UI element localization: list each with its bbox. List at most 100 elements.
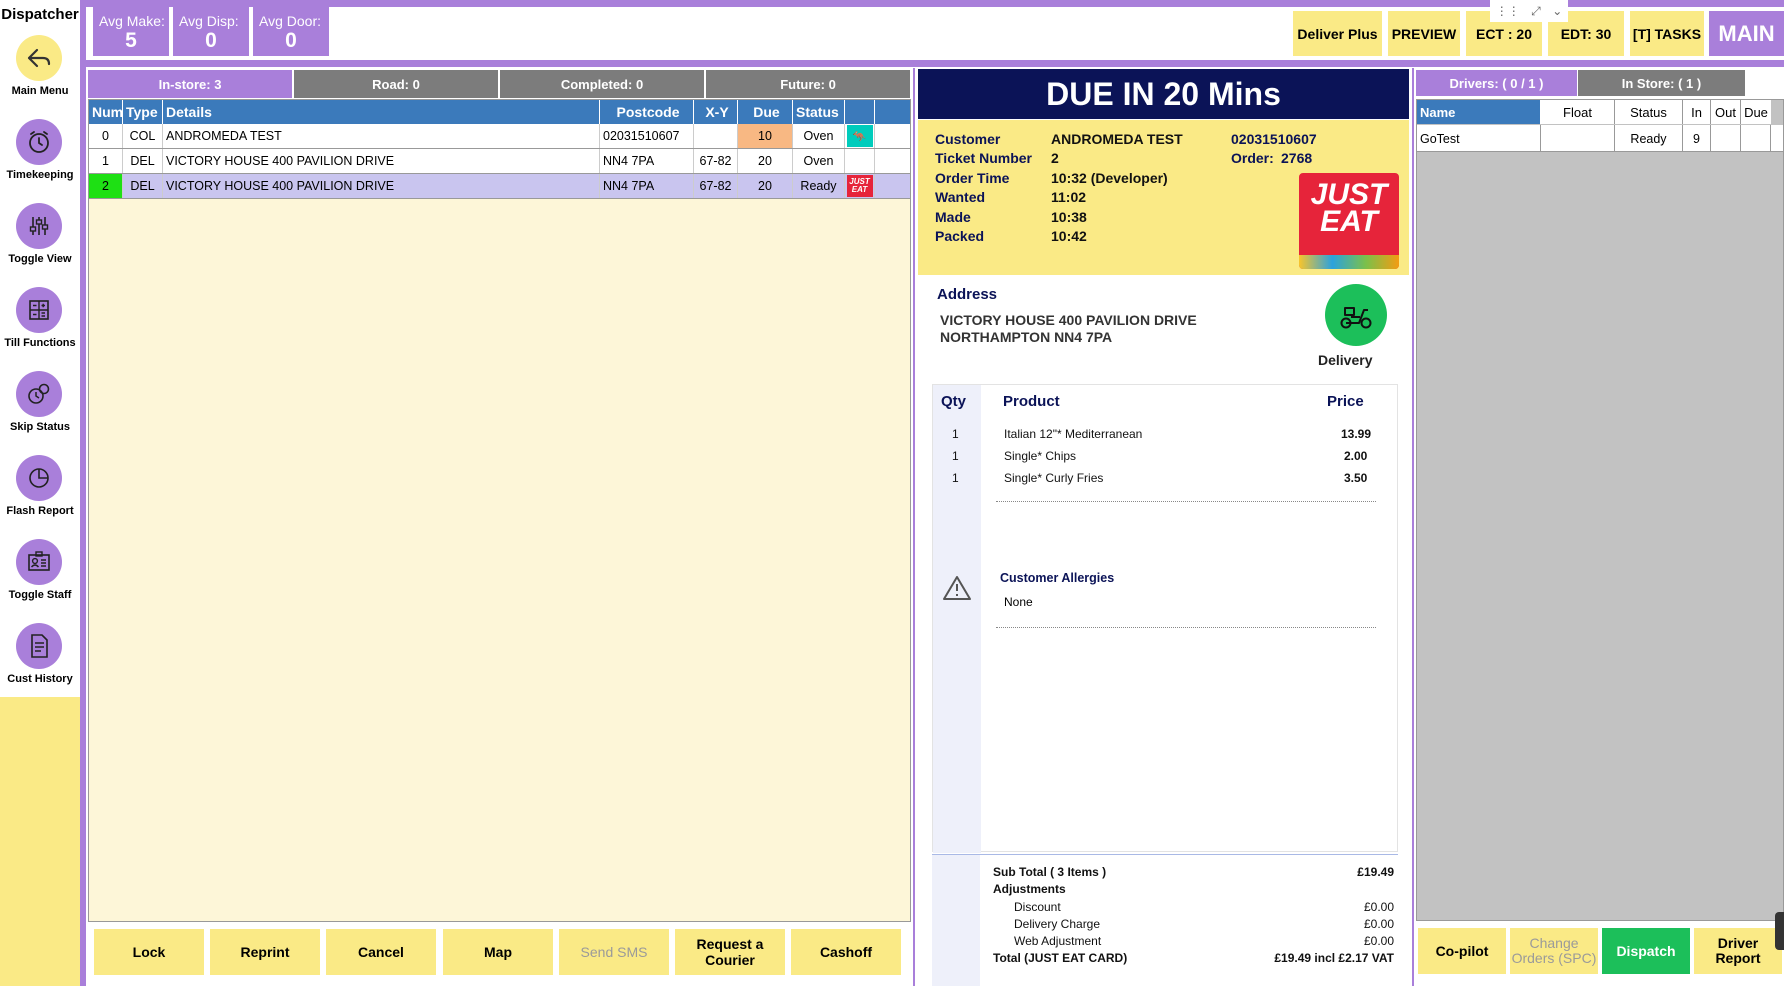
item-price: 13.99 bbox=[1341, 427, 1372, 441]
order-tabs: In-store: 3 Road: 0 Completed: 0 Future:… bbox=[88, 70, 911, 98]
avg-door-stat: Avg Door: 0 bbox=[253, 7, 329, 56]
order-items: Qty Product Price 1 Italian 12"* Mediter… bbox=[932, 384, 1398, 853]
window-controls: ⋮⋮ ⤢ ⌄ bbox=[1490, 0, 1568, 22]
deliveroo-logo-icon: 🦘 bbox=[846, 125, 873, 147]
avg-make-stat: Avg Make: 5 bbox=[93, 7, 169, 56]
wanted-time: 11:02 bbox=[1051, 189, 1087, 205]
sidebar-item-cust-history[interactable]: Cust History bbox=[0, 623, 80, 707]
avg-disp-stat: Avg Disp: 0 bbox=[173, 7, 249, 56]
driver-report-button[interactable]: Driver Report bbox=[1694, 928, 1782, 974]
request-courier-button[interactable]: Request a Courier bbox=[675, 929, 785, 975]
chevron-down-icon[interactable]: ⌄ bbox=[1552, 4, 1562, 18]
address-line-1: VICTORY HOUSE 400 PAVILION DRIVE bbox=[940, 312, 1197, 328]
skip-icon bbox=[16, 371, 62, 417]
made-time: 10:38 bbox=[1051, 209, 1087, 225]
item-qty: 1 bbox=[952, 449, 959, 463]
discount-value: £0.00 bbox=[1363, 900, 1394, 914]
calculator-icon bbox=[16, 287, 62, 333]
table-row[interactable]: 1 DEL VICTORY HOUSE 400 PAVILION DRIVE N… bbox=[89, 149, 910, 174]
sidebar-item-toggle-staff[interactable]: Toggle Staff bbox=[0, 539, 80, 623]
clock-icon bbox=[16, 119, 62, 165]
web-adjustment-value: £0.00 bbox=[1363, 934, 1394, 948]
item-price: 3.50 bbox=[1344, 471, 1368, 485]
id-card-icon bbox=[16, 539, 62, 585]
tab-drivers[interactable]: Drivers: ( 0 / 1 ) bbox=[1416, 70, 1577, 96]
address-line-2: NORTHAMPTON NN4 7PA bbox=[940, 329, 1113, 345]
send-sms-button[interactable]: Send SMS bbox=[559, 929, 669, 975]
customer-name: ANDROMEDA TEST bbox=[1051, 131, 1183, 147]
delivery-label: Delivery bbox=[1318, 352, 1373, 368]
drivers-panel: Drivers: ( 0 / 1 ) In Store: ( 1 ) Name … bbox=[1412, 68, 1784, 986]
sliders-icon bbox=[16, 203, 62, 249]
tab-road[interactable]: Road: 0 bbox=[294, 70, 499, 98]
packed-time: 10:42 bbox=[1051, 228, 1087, 244]
scooter-icon bbox=[1325, 284, 1387, 346]
preview-button[interactable]: PREVIEW bbox=[1388, 11, 1460, 56]
change-orders-button[interactable]: Change Orders (SPC) bbox=[1510, 928, 1598, 974]
allergies-heading: Customer Allergies bbox=[1000, 571, 1115, 585]
sidebar-item-skip-status[interactable]: Skip Status bbox=[0, 371, 80, 455]
address-section: Address VICTORY HOUSE 400 PAVILION DRIVE… bbox=[918, 278, 1409, 378]
map-button[interactable]: Map bbox=[443, 929, 553, 975]
sidebar-item-main-menu[interactable]: Main Menu bbox=[0, 35, 80, 119]
tab-in-store[interactable]: In-store: 3 bbox=[88, 70, 293, 98]
item-price: 2.00 bbox=[1344, 449, 1368, 463]
sidebar-item-timekeeping[interactable]: Timekeeping bbox=[0, 119, 80, 203]
sidebar-divider bbox=[80, 0, 86, 986]
tab-future[interactable]: Future: 0 bbox=[706, 70, 911, 98]
total-value: £19.49 incl £2.17 VAT bbox=[1274, 951, 1394, 965]
app-title: Dispatcher bbox=[1, 6, 79, 23]
table-row-selected[interactable]: 2 DEL VICTORY HOUSE 400 PAVILION DRIVE N… bbox=[89, 174, 910, 199]
cashoff-button[interactable]: Cashoff bbox=[791, 929, 901, 975]
drag-handle-icon[interactable]: ⋮⋮ bbox=[1496, 4, 1520, 18]
back-arrow-icon bbox=[16, 35, 62, 81]
order-info: Customer Ticket Number Order Time Wanted… bbox=[918, 120, 1409, 275]
sidebar-item-toggle-view[interactable]: Toggle View bbox=[0, 203, 80, 287]
item-product: Italian 12"* Mediterranean bbox=[1004, 427, 1143, 441]
tasks-button[interactable]: [T] TASKS bbox=[1630, 11, 1704, 56]
subtotal-value: £19.49 bbox=[1357, 865, 1394, 879]
allergies-value: None bbox=[1004, 595, 1033, 609]
side-tab-handle[interactable] bbox=[1775, 912, 1784, 950]
order-number: 2768 bbox=[1281, 150, 1313, 166]
main-button[interactable]: MAIN bbox=[1709, 11, 1784, 56]
cancel-button[interactable]: Cancel bbox=[326, 929, 436, 975]
item-product: Single* Curly Fries bbox=[1004, 471, 1104, 485]
sidebar-menu: Dispatcher Main Menu Timekeeping Toggle … bbox=[0, 0, 80, 697]
order-label: Order: bbox=[1231, 150, 1274, 166]
order-actions-bar: Lock Reprint Cancel Map Send SMS Request… bbox=[88, 921, 911, 986]
deliver-plus-button[interactable]: Deliver Plus bbox=[1293, 11, 1382, 56]
warning-icon bbox=[942, 575, 972, 604]
sidebar: Dispatcher Main Menu Timekeeping Toggle … bbox=[0, 0, 80, 986]
item-qty: 1 bbox=[952, 471, 959, 485]
just-eat-logo: JUST EAT bbox=[1299, 173, 1399, 269]
order-detail-panel: DUE IN 20 Mins Customer Ticket Number Or… bbox=[913, 68, 1410, 986]
order-totals: Sub Total ( 3 Items ) £19.49 Adjustments… bbox=[932, 854, 1398, 986]
item-qty: 1 bbox=[952, 427, 959, 441]
due-cell-late: 10 bbox=[738, 124, 793, 148]
orders-panel: In-store: 3 Road: 0 Completed: 0 Future:… bbox=[88, 68, 911, 986]
tab-in-store-drivers[interactable]: In Store: ( 1 ) bbox=[1578, 70, 1745, 96]
orders-table-header: Num Type Details Postcode X-Y Due Status bbox=[89, 100, 910, 124]
delivery-charge-value: £0.00 bbox=[1363, 917, 1394, 931]
tab-completed[interactable]: Completed: 0 bbox=[500, 70, 705, 98]
dispatch-button[interactable]: Dispatch bbox=[1602, 928, 1690, 974]
header-divider bbox=[86, 60, 1784, 67]
document-icon bbox=[16, 623, 62, 669]
dispatcher-screen: Dispatcher Main Menu Timekeeping Toggle … bbox=[0, 0, 1784, 986]
ticket-number: 2 bbox=[1051, 150, 1059, 166]
driver-row[interactable]: GoTest Ready 9 bbox=[1417, 125, 1783, 152]
drivers-table: Name Float Status In Out Due GoTest Read… bbox=[1416, 99, 1784, 921]
reprint-button[interactable]: Reprint bbox=[210, 929, 320, 975]
just-eat-logo-icon: JUST EAT bbox=[846, 175, 873, 197]
expand-icon[interactable]: ⤢ bbox=[1531, 4, 1541, 19]
co-pilot-button[interactable]: Co-pilot bbox=[1418, 928, 1506, 974]
orders-table: Num Type Details Postcode X-Y Due Status… bbox=[88, 99, 911, 986]
row-number-selected: 2 bbox=[89, 174, 123, 198]
customer-phone: 02031510607 bbox=[1231, 131, 1317, 147]
sidebar-item-flash-report[interactable]: Flash Report bbox=[0, 455, 80, 539]
table-row[interactable]: 0 COL ANDROMEDA TEST 02031510607 10 Oven… bbox=[89, 124, 910, 149]
order-time: 10:32 (Developer) bbox=[1051, 170, 1168, 186]
sidebar-item-till-functions[interactable]: Till Functions bbox=[0, 287, 80, 371]
lock-button[interactable]: Lock bbox=[94, 929, 204, 975]
